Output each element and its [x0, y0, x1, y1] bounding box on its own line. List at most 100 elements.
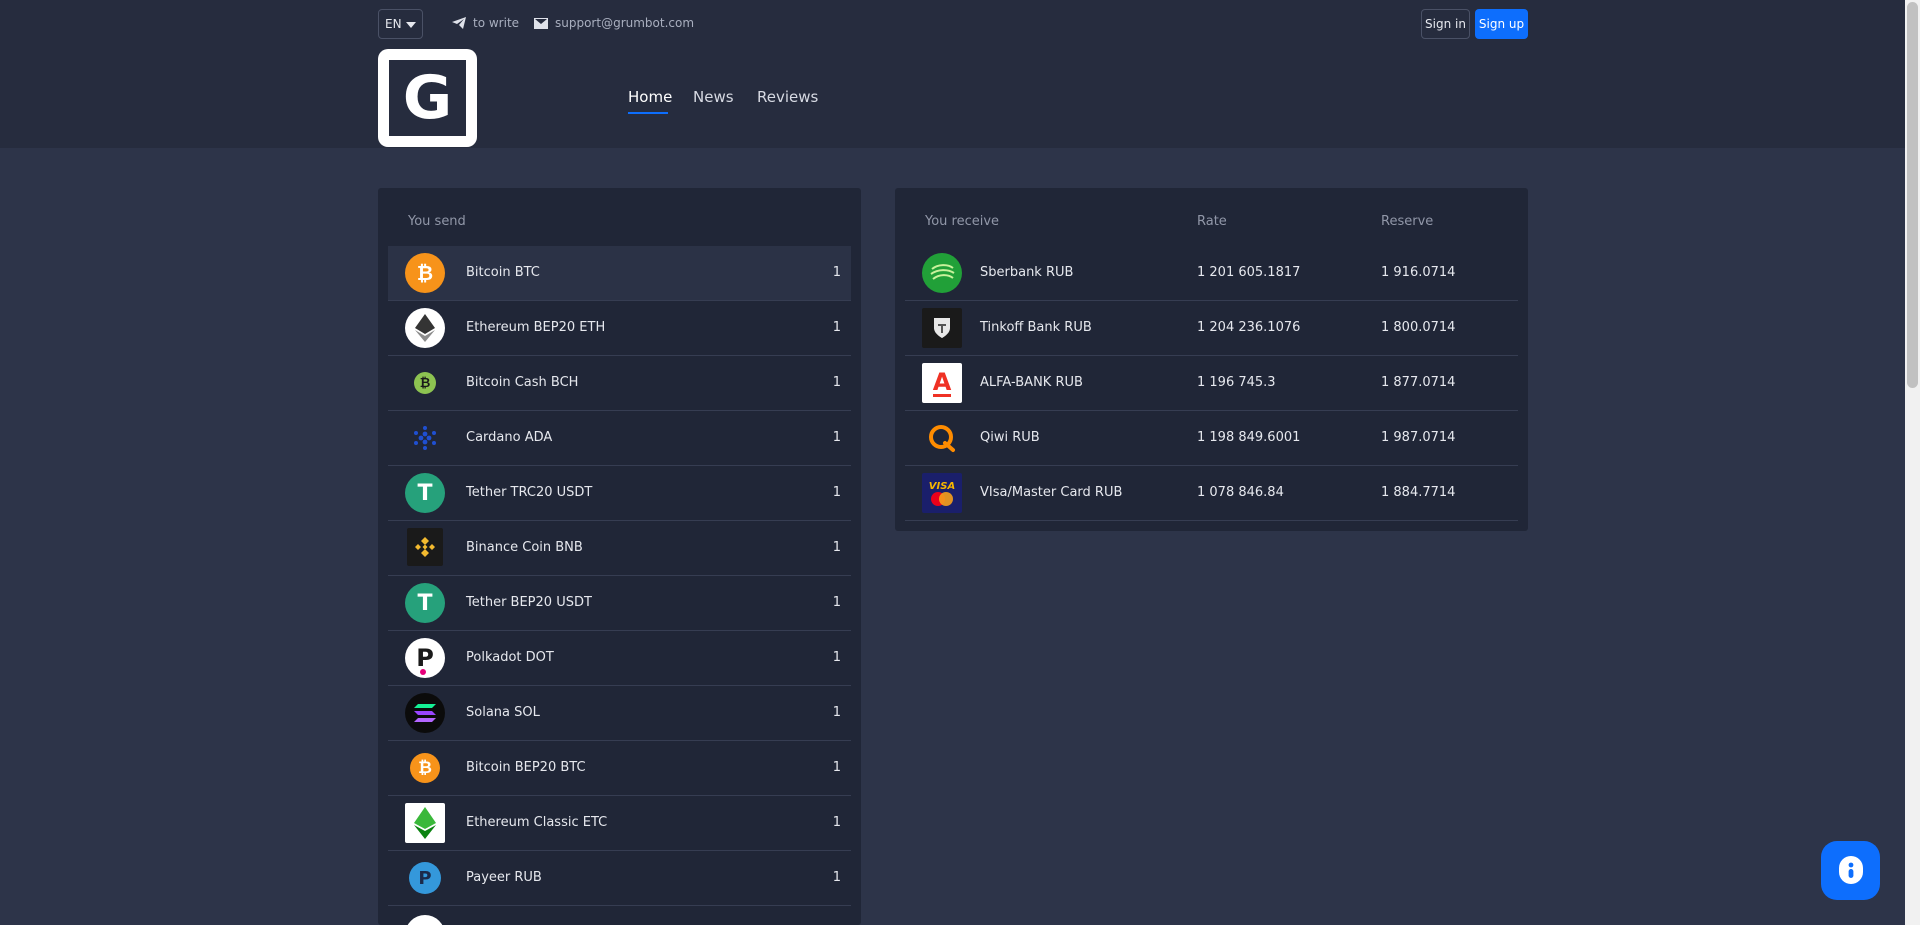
send-row-cardano[interactable]: Cardano ADA 1: [388, 411, 851, 466]
tether-icon: T: [405, 583, 445, 623]
ethereum-icon: [405, 308, 445, 348]
alfa-bank-icon: A: [922, 363, 962, 403]
polkadot-icon: P: [405, 638, 445, 678]
send-row-label: Ethereum Classic ETC: [466, 815, 608, 830]
visa-mastercard-icon: VISA: [922, 473, 962, 513]
receive-row-rate: 1 196 745.3: [1197, 375, 1276, 390]
nav-home[interactable]: Home: [628, 88, 672, 106]
send-row-partial[interactable]: [388, 906, 851, 925]
receive-row-qiwi[interactable]: Qiwi RUB 1 198 849.6001 1 987.0714: [905, 411, 1518, 466]
caret-down-icon: [406, 22, 416, 28]
receive-row-tinkoff[interactable]: Tinkoff Bank RUB 1 204 236.1076 1 800.07…: [905, 301, 1518, 356]
tether-icon: T: [405, 473, 445, 513]
receive-row-reserve: 1 800.0714: [1381, 320, 1456, 335]
receive-row-rate: 1 198 849.6001: [1197, 430, 1301, 445]
send-row-bitcoin-btc[interactable]: ₿ Bitcoin BTC 1: [388, 246, 851, 301]
tinkoff-icon: [922, 308, 962, 348]
receive-panel: You receive Rate Reserve Sberbank RUB 1 …: [895, 188, 1528, 531]
send-row-bitcoin-cash[interactable]: ₿ Bitcoin Cash BCH 1: [388, 356, 851, 411]
sign-in-button[interactable]: Sign in: [1421, 9, 1470, 39]
receive-row-visa-mastercard[interactable]: VISA VIsa/Master Card RUB 1 078 846.84 1…: [905, 466, 1518, 521]
bitcoin-icon: ₿: [405, 253, 445, 293]
ethereum-classic-icon: [405, 803, 445, 843]
receive-row-rate: 1 078 846.84: [1197, 485, 1284, 500]
send-row-label: Ethereum BEP20 ETH: [466, 320, 606, 335]
send-row-value: 1: [832, 650, 841, 665]
send-row-tether-trc20[interactable]: T Tether TRC20 USDT 1: [388, 466, 851, 521]
send-row-value: 1: [832, 870, 841, 885]
send-row-bitcoin-bep20[interactable]: ₿ Bitcoin BEP20 BTC 1: [388, 741, 851, 796]
send-row-label: Binance Coin BNB: [466, 540, 583, 555]
send-row-value: 1: [832, 760, 841, 775]
send-row-label: Polkadot DOT: [466, 650, 554, 665]
send-row-solana[interactable]: Solana SOL 1: [388, 686, 851, 741]
nav-news[interactable]: News: [693, 88, 734, 106]
email-link-label: support@grumbot.com: [555, 16, 695, 30]
send-row-value: 1: [832, 540, 841, 555]
send-row-ethereum-bep20[interactable]: Ethereum BEP20 ETH 1: [388, 301, 851, 356]
scrollbar-thumb[interactable]: [1907, 2, 1918, 388]
receive-row-rate: 1 201 605.1817: [1197, 265, 1301, 280]
send-row-value: 1: [832, 485, 841, 500]
receive-row-reserve: 1 877.0714: [1381, 375, 1456, 390]
receive-header: You receive: [925, 214, 1000, 229]
receive-row-reserve: 1 987.0714: [1381, 430, 1456, 445]
receive-row-label: ALFA-BANK RUB: [980, 375, 1083, 390]
send-panel: You send ₿ Bitcoin BTC 1 Ethereum BEP20 …: [378, 188, 861, 925]
site-logo[interactable]: G: [378, 49, 477, 147]
coin-icon: [405, 915, 445, 925]
envelope-icon: [534, 17, 548, 29]
send-header: You send: [408, 214, 466, 229]
receive-row-sberbank[interactable]: Sberbank RUB 1 201 605.1817 1 916.0714: [905, 246, 1518, 301]
receive-row-rate: 1 204 236.1076: [1197, 320, 1301, 335]
send-row-value: 1: [832, 320, 841, 335]
language-select[interactable]: EN: [378, 9, 423, 39]
send-row-label: Bitcoin Cash BCH: [466, 375, 579, 390]
sign-up-button[interactable]: Sign up: [1475, 9, 1528, 39]
write-link-label: to write: [473, 16, 520, 30]
top-bar: [0, 0, 1905, 48]
send-row-tether-bep20[interactable]: T Tether BEP20 USDT 1: [388, 576, 851, 631]
receive-row-reserve: 1 916.0714: [1381, 265, 1456, 280]
send-row-label: Tether TRC20 USDT: [466, 485, 593, 500]
cardano-icon: [405, 418, 445, 458]
receive-row-label: Tinkoff Bank RUB: [980, 320, 1092, 335]
send-row-value: 1: [832, 430, 841, 445]
write-link[interactable]: to write: [452, 16, 519, 30]
receive-row-label: Qiwi RUB: [980, 430, 1040, 445]
qiwi-icon: [922, 418, 962, 458]
bitcoin-icon: ₿: [405, 748, 445, 788]
send-row-value: 1: [832, 815, 841, 830]
language-value: EN: [385, 17, 402, 31]
chat-button[interactable]: [1821, 841, 1880, 900]
send-row-polkadot[interactable]: P Polkadot DOT 1: [388, 631, 851, 686]
send-row-ethereum-classic[interactable]: Ethereum Classic ETC 1: [388, 796, 851, 851]
header: [0, 48, 1905, 148]
chat-icon: [1838, 855, 1863, 884]
nav-reviews[interactable]: Reviews: [757, 88, 818, 106]
send-row-binance-coin[interactable]: Binance Coin BNB 1: [388, 521, 851, 576]
send-row-label: Solana SOL: [466, 705, 540, 720]
receive-row-label: Sberbank RUB: [980, 265, 1074, 280]
nav-active-indicator: [628, 112, 668, 114]
rate-header: Rate: [1197, 214, 1227, 229]
paper-plane-icon: [452, 17, 466, 29]
send-row-label: Payeer RUB: [466, 870, 542, 885]
bitcoin-cash-icon: ₿: [405, 363, 445, 403]
send-row-value: 1: [832, 265, 841, 280]
sberbank-icon: [922, 253, 962, 293]
payeer-icon: P: [405, 858, 445, 898]
send-row-label: Bitcoin BTC: [466, 265, 540, 280]
send-row-value: 1: [832, 595, 841, 610]
send-row-payeer[interactable]: P Payeer RUB 1: [388, 851, 851, 906]
receive-row-label: VIsa/Master Card RUB: [980, 485, 1123, 500]
binance-icon: [407, 528, 443, 566]
solana-icon: [405, 693, 445, 733]
reserve-header: Reserve: [1381, 214, 1434, 229]
send-row-label: Bitcoin BEP20 BTC: [466, 760, 586, 775]
send-row-label: Cardano ADA: [466, 430, 553, 445]
receive-row-alfa-bank[interactable]: A ALFA-BANK RUB 1 196 745.3 1 877.0714: [905, 356, 1518, 411]
send-row-label: Tether BEP20 USDT: [466, 595, 592, 610]
logo-letter: G: [402, 63, 453, 133]
email-link[interactable]: support@grumbot.com: [534, 16, 694, 30]
